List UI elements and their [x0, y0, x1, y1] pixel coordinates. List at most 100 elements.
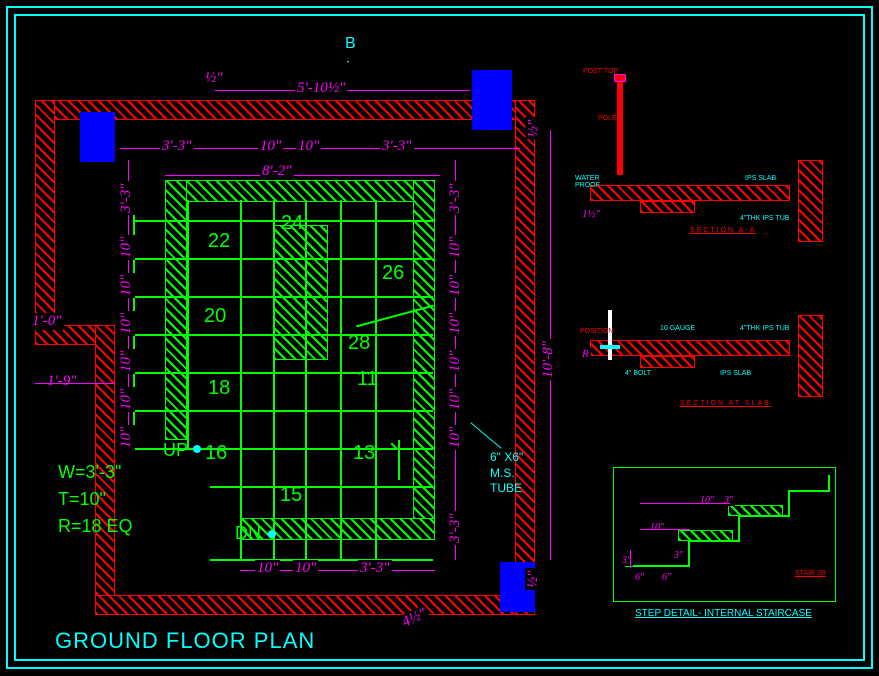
step-line [788, 490, 790, 517]
step-line [828, 475, 830, 492]
info-riser: R=18 EQ [58, 516, 133, 537]
dim-text: 10" [447, 349, 464, 374]
dim-text: 3'-3" [118, 181, 135, 215]
detail3-title: STEP DETAIL- INTERNAL STAIRCASE [635, 608, 812, 619]
dim-text: 5'-10½" [295, 80, 347, 97]
tread-line-v [305, 200, 307, 560]
dim-text: 10" [118, 235, 135, 260]
detail2-plate [600, 345, 620, 349]
detail-label: IPS SLAB [745, 175, 776, 182]
dim-text: 10" [296, 138, 321, 155]
dim-text: 1½" [580, 208, 602, 220]
tread-line [133, 410, 433, 412]
step-number: 15 [280, 484, 302, 507]
detail2-rod [608, 310, 612, 360]
detail-label: 4"THK IPS TUB [740, 325, 789, 332]
step-number: 11 [357, 368, 378, 391]
grid-label: B [345, 35, 356, 53]
dim-line [35, 383, 115, 384]
dim-line [640, 503, 730, 504]
tread-line-v [240, 200, 242, 560]
dim-text: 1'-9" [45, 373, 79, 390]
dim-text: 3'-3" [380, 138, 414, 155]
dim-line [630, 550, 631, 568]
step-line [738, 515, 740, 542]
detail1-wall [798, 160, 823, 242]
dim-text: 3'-3" [447, 181, 464, 215]
detail-label: WATERPROOF [575, 175, 600, 189]
dim-text: 10" [258, 138, 283, 155]
step-number: 26 [382, 262, 404, 285]
detail1-title: SECTION A-A [690, 227, 756, 234]
step-number: 22 [208, 230, 230, 253]
dim-text: 10" [118, 387, 135, 412]
up-label: UP [163, 440, 188, 461]
dim-text: ½" [203, 70, 225, 87]
detail1-post [617, 75, 623, 175]
tread-line [133, 372, 433, 374]
detail-label: 4" BOLT [625, 370, 651, 377]
tread-line [133, 296, 433, 298]
dim-text: 10" [447, 273, 464, 298]
detail-label: 10 GAUGE [660, 325, 695, 332]
stair-wall-top [165, 180, 435, 202]
dim-text: 10" [293, 560, 318, 577]
dim-text: R [580, 348, 591, 360]
step-number: 28 [348, 332, 370, 355]
dim-text: 10'-8" [540, 339, 557, 380]
stair-newel [273, 225, 328, 360]
dim-line [165, 175, 440, 176]
step-line [788, 490, 830, 492]
dim-text: 3" [722, 495, 735, 506]
tread-line [133, 258, 433, 260]
detail1-cap [614, 74, 626, 82]
up-dot [193, 445, 201, 453]
dim-text: 10" [118, 273, 135, 298]
detail-label: POSITION [580, 328, 613, 335]
step-number: 16 [205, 442, 227, 465]
column-top-right [472, 70, 512, 130]
dim-text: 10" [447, 425, 464, 450]
info-tread: T=10" [58, 489, 106, 510]
dim-text: 10" [447, 311, 464, 336]
dim-text: 6" [633, 572, 646, 583]
detail2-slab [590, 340, 790, 356]
step-nosing [678, 530, 733, 541]
dim-text: 10" [255, 560, 280, 577]
info-width: W=3'-3" [58, 462, 121, 483]
dim-text: 10" [648, 522, 666, 533]
dim-text: 10" [698, 495, 716, 506]
tread-line [210, 559, 433, 561]
tread-line [133, 334, 433, 336]
dim-text: 10" [447, 235, 464, 260]
dim-text: 10" [118, 425, 135, 450]
step-nosing [728, 505, 783, 516]
wall-right [515, 100, 535, 615]
dim-text: 3" [672, 550, 685, 561]
dim-text: 10" [118, 311, 135, 336]
dim-text: 3'-3" [447, 511, 464, 545]
dim-text: 3" [620, 555, 633, 566]
stair-wall-left [165, 180, 187, 440]
detail-label: 4"THK IPS TUB [740, 215, 789, 222]
step-line [625, 565, 690, 567]
wall-bottom [95, 595, 535, 615]
dim-text: ½" [525, 118, 542, 140]
tread-line [210, 486, 433, 488]
dim-line [640, 529, 690, 530]
step-number: 20 [204, 305, 226, 328]
detail2-wall [798, 315, 823, 397]
detail-label: POLE [598, 115, 617, 122]
dim-text: ½" [525, 568, 542, 590]
step-number: 24 [281, 212, 303, 235]
detail1-slab [590, 185, 790, 201]
tread-line-v [273, 200, 275, 560]
dim-text: 6" [660, 572, 673, 583]
detail2-beam [640, 356, 695, 368]
dim-text: 1'-0" [30, 313, 64, 330]
dn-label: DN [235, 523, 261, 544]
dim-text: 10" [447, 387, 464, 412]
tread-line-v [187, 200, 189, 450]
detail2-title: SECTION AT SLAB [680, 400, 771, 407]
dim-text: 10" [118, 349, 135, 374]
